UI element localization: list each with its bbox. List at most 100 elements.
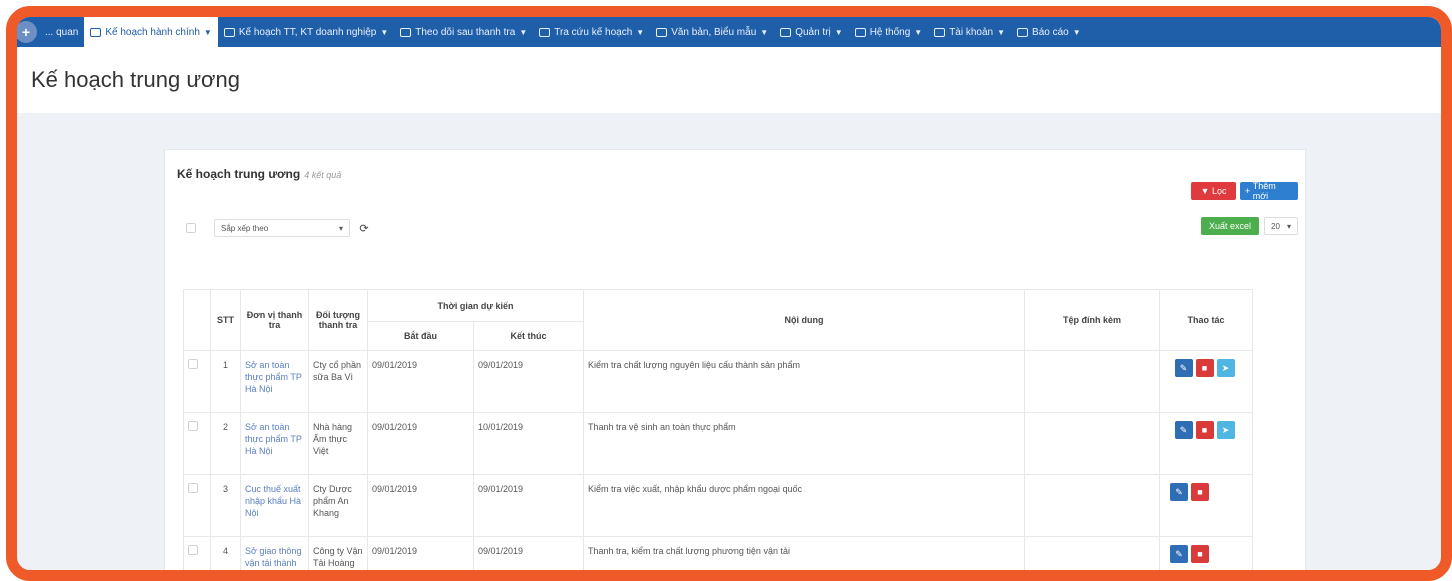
dashboard-icon[interactable]: +	[17, 21, 37, 43]
chevron-down-icon: ▼	[519, 27, 528, 37]
panel-title-text: Kế hoạch trung ương	[177, 167, 301, 181]
chevron-down-icon: ▼	[1072, 27, 1081, 37]
screenshot-frame: + ... quan Kế hoạch hành chính ▼ Kế hoạch…	[6, 6, 1452, 581]
row-unit-link[interactable]: Sở giao thông vận tải thành phố Hà Nội	[240, 536, 309, 570]
row-unit-link[interactable]: Cục thuế xuất nhập khẩu Hà Nội	[240, 474, 309, 537]
filter-button[interactable]: ▼ Lọc	[1191, 182, 1236, 200]
header-end: Kết thúc	[473, 321, 584, 351]
row-content: Kiểm tra việc xuất, nhập khẩu dược phẩm …	[583, 474, 1025, 537]
row-end: 09/01/2019	[473, 474, 584, 537]
chevron-down-icon: ▼	[636, 27, 645, 37]
row-target: Cty Dược phẩm An Khang	[308, 474, 368, 537]
nav-item-documents[interactable]: Văn bản, Biểu mẫu ▼	[650, 17, 774, 47]
row-content: Kiểm tra chất lượng nguyên liệu cấu thàn…	[583, 350, 1025, 413]
row-unit-link[interactable]: Sở an toàn thực phẩm TP Hà Nội	[240, 412, 309, 475]
nav-item-label: Quản trị	[795, 26, 831, 38]
edit-icon[interactable]: ✎	[1174, 421, 1193, 439]
row-start: 09/01/2019	[367, 474, 474, 537]
page-title: Kế hoạch trung ương	[31, 67, 240, 92]
chevron-down-icon: ▾	[338, 223, 343, 233]
filter-label: Lọc	[1211, 186, 1227, 196]
trash-icon[interactable]: ■	[1191, 483, 1209, 501]
send-icon[interactable]: ➤	[1216, 421, 1235, 439]
nav-item-plan-search[interactable]: Tra cứu kế hoạch ▼	[533, 17, 650, 47]
table-header-row: STT Đơn vị thanh tra Đối tượng thanh tra…	[183, 289, 1253, 351]
sort-select[interactable]: Sắp xếp theo ▾	[214, 219, 350, 237]
add-new-label: Thêm mới	[1252, 181, 1276, 201]
nav-item-system[interactable]: Hệ thống ▼	[849, 17, 929, 47]
refresh-icon[interactable]: ⟳	[356, 220, 372, 236]
nav-item-label: Hệ thống	[869, 26, 911, 38]
row-attachment	[1024, 350, 1160, 413]
header-select	[183, 289, 211, 351]
trash-icon[interactable]: ■	[1195, 359, 1214, 377]
header-unit: Đơn vị thanh tra	[240, 289, 309, 351]
chevron-down-icon: ▼	[997, 27, 1006, 37]
row-unit-link[interactable]: Sở an toàn thực phẩm TP Hà Nội	[240, 350, 309, 413]
row-start: 09/01/2019	[367, 350, 474, 413]
trash-icon[interactable]: ■	[1195, 421, 1214, 439]
send-icon[interactable]: ➤	[1216, 359, 1235, 377]
sliders-icon	[780, 27, 792, 37]
page-size-select[interactable]: 20 ▾	[1264, 217, 1298, 235]
nav-item-label: Theo dõi sau thanh tra	[415, 26, 516, 38]
header-actions: Thao tác	[1159, 289, 1253, 351]
row-target: Cty cổ phần sữa Ba Vì	[308, 350, 368, 413]
trash-icon[interactable]: ■	[1191, 545, 1209, 563]
nav-item-admin-plan[interactable]: Kế hoạch hành chính ▼	[84, 17, 218, 47]
header-time-group: Thời gian dự kiến	[367, 289, 584, 322]
filter-icon: ▼	[1200, 186, 1212, 196]
nav-item-manage[interactable]: Quản trị ▼	[774, 17, 849, 47]
row-select	[183, 412, 211, 475]
row-actions: ✎ ■	[1159, 536, 1253, 570]
chevron-down-icon: ▾	[1286, 221, 1291, 231]
nav-item-follow-up[interactable]: Theo dõi sau thanh tra ▼	[394, 17, 533, 47]
select-all-checkbox[interactable]	[186, 223, 196, 233]
row-select	[183, 350, 211, 413]
nav-item-reports[interactable]: Báo cáo ▼	[1011, 17, 1087, 47]
row-actions: ✎ ■ ➤	[1159, 412, 1253, 475]
row-stt: 1	[210, 350, 241, 413]
chevron-down-icon: ▼	[760, 27, 769, 37]
top-navigation: + ... quan Kế hoạch hành chính ▼ Kế hoạch…	[17, 17, 1441, 47]
panel-title: Kế hoạch trung ương 4 kết quả	[177, 167, 341, 181]
edit-icon[interactable]: ✎	[1174, 359, 1193, 377]
result-count: 4 kết quả	[304, 170, 342, 180]
export-excel-button[interactable]: Xuất excel	[1201, 217, 1259, 235]
plan-icon	[90, 27, 102, 37]
user-icon	[934, 27, 946, 37]
row-checkbox[interactable]	[188, 359, 198, 369]
calendar-icon	[223, 27, 235, 37]
nav-item-enterprise-plan[interactable]: Kế hoạch TT, KT doanh nghiệp ▼	[218, 17, 394, 47]
row-checkbox[interactable]	[188, 421, 198, 431]
row-checkbox[interactable]	[188, 483, 198, 493]
nav-item-label: Văn bản, Biểu mẫu	[671, 26, 757, 38]
header-target: Đối tượng thanh tra	[308, 289, 368, 351]
row-end: 09/01/2019	[473, 350, 584, 413]
row-end: 10/01/2019	[473, 412, 584, 475]
add-new-button[interactable]: + Thêm mới	[1240, 181, 1298, 201]
table-icon	[1017, 27, 1029, 37]
header-start: Bắt đầu	[367, 321, 474, 351]
sort-value: Sắp xếp theo	[221, 223, 269, 233]
chevron-down-icon: ▼	[380, 27, 389, 37]
row-select	[183, 536, 211, 570]
row-stt: 3	[210, 474, 241, 537]
row-content: Thanh tra, kiểm tra chất lượng phương ti…	[583, 536, 1025, 570]
row-target: Nhà hàng Ẩm thực Việt	[308, 412, 368, 475]
row-content: Thanh tra vệ sinh an toàn thực phẩm	[583, 412, 1025, 475]
document-icon	[656, 27, 668, 37]
row-select	[183, 474, 211, 537]
chevron-down-icon: ▼	[914, 27, 923, 37]
nav-item-account[interactable]: Tài khoản ▼	[928, 17, 1011, 47]
edit-icon[interactable]: ✎	[1170, 545, 1188, 563]
table-row: 2 Sở an toàn thực phẩm TP Hà Nội Nhà hàn…	[183, 412, 1253, 475]
page-size-value: 20	[1271, 221, 1280, 231]
row-actions: ✎ ■	[1159, 474, 1253, 537]
monitor-icon	[854, 27, 866, 37]
nav-item-overview[interactable]: ... quan	[39, 17, 84, 47]
chevron-down-icon: ▼	[834, 27, 843, 37]
row-stt: 4	[210, 536, 241, 570]
row-checkbox[interactable]	[188, 545, 198, 555]
edit-icon[interactable]: ✎	[1170, 483, 1188, 501]
